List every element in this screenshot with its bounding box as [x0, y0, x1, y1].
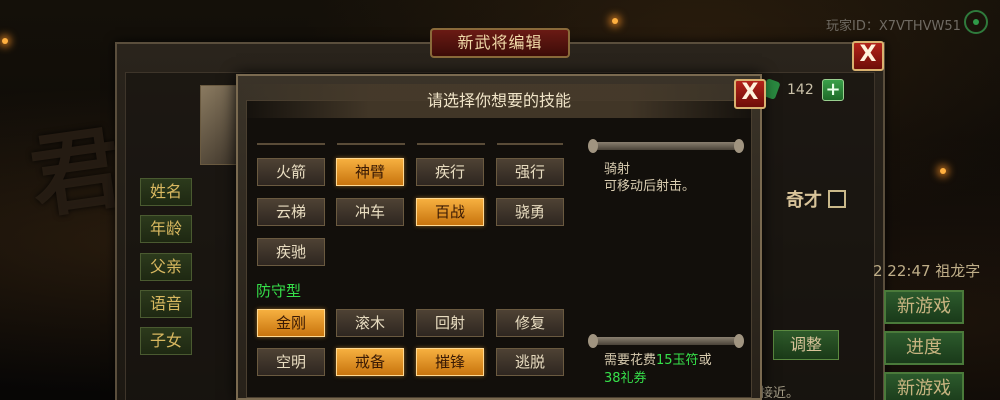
skill-button-swift-march[interactable]: 疾行 — [416, 158, 484, 186]
skill-button-break-charge[interactable]: 摧锋 — [416, 348, 484, 376]
new-game-button-2[interactable]: 新游戏 — [884, 372, 964, 400]
skill-button-void-clarity[interactable]: 空明 — [257, 348, 325, 376]
general-portrait[interactable] — [200, 85, 240, 165]
skill-select-dialog: 请选择你想要的技能 X 火箭 神臂 疾行 强行 云梯 冲车 百战 骁勇 疾驰 防… — [236, 74, 766, 400]
skill-description-text: 可移动后射击。 — [604, 179, 696, 194]
background-calligraphy: 君 — [24, 114, 129, 232]
skill-button-escape[interactable]: 逃脱 — [496, 348, 564, 376]
add-currency-button[interactable]: + — [822, 79, 844, 101]
description-top-divider — [588, 139, 744, 153]
voice-label: 语音 — [140, 290, 192, 318]
skill-row-separator — [257, 143, 563, 145]
ember-particle — [940, 168, 946, 174]
editor-title: 新武将编辑 — [430, 28, 570, 58]
voucher-cost: 38礼券 — [604, 371, 647, 386]
father-label: 父亲 — [140, 253, 192, 281]
genius-checkbox[interactable] — [828, 190, 846, 208]
jade-cost: 15玉符 — [656, 353, 699, 368]
new-game-button[interactable]: 新游戏 — [884, 290, 964, 324]
editor-close-button[interactable]: X — [852, 41, 884, 71]
skill-button-vajra[interactable]: 金刚 — [257, 309, 325, 337]
description-bottom-divider — [588, 334, 744, 348]
ember-particle — [612, 18, 618, 24]
defense-category-label: 防守型 — [256, 282, 302, 300]
adjust-button[interactable]: 调整 — [773, 330, 839, 360]
skill-button-return-fire[interactable]: 回射 — [416, 309, 484, 337]
progress-button[interactable]: 进度 — [884, 331, 964, 365]
skill-button-cloud-ladder[interactable]: 云梯 — [257, 198, 325, 226]
currency-count: 142 — [787, 82, 814, 98]
player-id-label: 玩家ID：X7VTHVW51 — [826, 19, 961, 34]
ember-particle — [2, 38, 8, 44]
skill-dialog-title: 请选择你想要的技能 — [238, 84, 760, 118]
save-time-label: 2 22:47 祖龙字 — [873, 262, 981, 280]
skill-button-battering-ram[interactable]: 冲车 — [336, 198, 404, 226]
cost-or: 或 — [698, 353, 712, 368]
network-status-icon — [964, 10, 988, 34]
skill-cost-line: 需要花费15玉符或 — [604, 349, 712, 368]
skill-button-fire-arrow[interactable]: 火箭 — [257, 158, 325, 186]
age-label: 年龄 — [140, 215, 192, 243]
cost-prefix: 需要花费 — [604, 353, 657, 368]
partial-text: 接近。 — [760, 386, 800, 400]
skill-button-repair[interactable]: 修复 — [496, 309, 564, 337]
skill-button-forced-march[interactable]: 强行 — [496, 158, 564, 186]
skill-dialog-close-button[interactable]: X — [734, 79, 766, 109]
skill-button-veteran[interactable]: 百战 — [416, 198, 484, 226]
skill-button-rolling-logs[interactable]: 滚木 — [336, 309, 404, 337]
skill-button-vigilance[interactable]: 戒备 — [336, 348, 404, 376]
children-label: 子女 — [140, 327, 192, 355]
skill-button-valiant[interactable]: 骁勇 — [496, 198, 564, 226]
skill-button-divine-arm[interactable]: 神臂 — [336, 158, 404, 186]
genius-label: 奇才 — [786, 190, 822, 211]
skill-button-gallop[interactable]: 疾驰 — [257, 238, 325, 266]
name-label: 姓名 — [140, 178, 192, 206]
